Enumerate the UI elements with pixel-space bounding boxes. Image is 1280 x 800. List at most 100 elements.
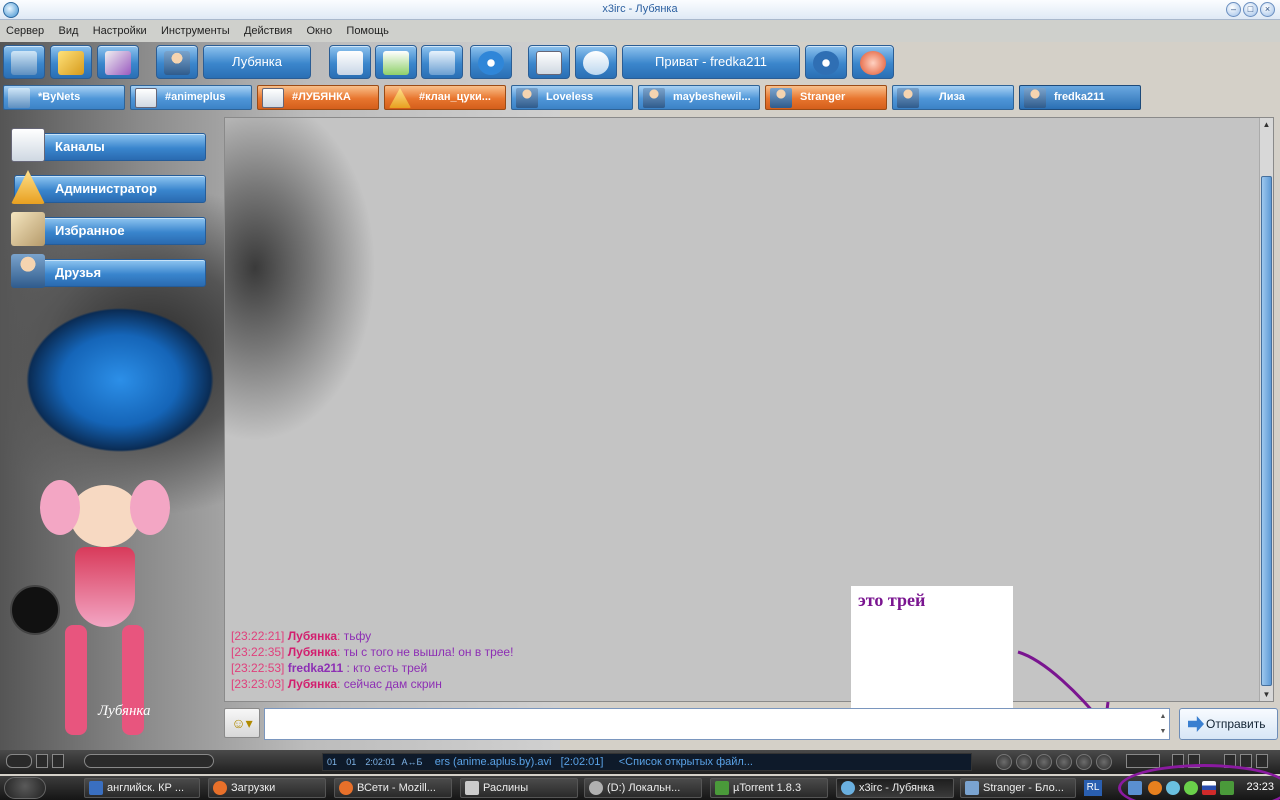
message-nick[interactable]: Лубянка <box>288 629 337 643</box>
menu-view[interactable]: Вид <box>52 20 83 37</box>
menu-actions[interactable]: Действия <box>238 20 297 37</box>
tab-lubyanka[interactable]: #ЛУБЯНКА <box>257 85 379 110</box>
taskbar-item-label: ВСети - Mozill... <box>357 782 436 794</box>
taskbar-item-label: Загрузки <box>231 782 276 794</box>
chat-button[interactable] <box>575 45 617 79</box>
player-option-button[interactable] <box>36 754 48 768</box>
connect-button[interactable] <box>3 45 45 79</box>
send-button[interactable]: Отправить <box>1179 708 1278 740</box>
message-nick[interactable]: fredka211 <box>288 661 343 675</box>
taskbar-item-label: (D:) Локальн... <box>607 782 681 794</box>
player-effects-panel[interactable] <box>84 754 214 768</box>
window-title: x3irc - Лубянка <box>602 3 678 15</box>
input-spinner[interactable]: ▲ ▼ <box>1157 709 1169 739</box>
channel-list-button[interactable] <box>528 45 570 79</box>
favorites-icon <box>11 212 45 246</box>
taskbar-item[interactable]: Раслины <box>460 778 578 798</box>
tab-maybeshewil[interactable]: maybeshewil... <box>638 85 760 110</box>
volume-slider[interactable] <box>1126 754 1160 768</box>
word-icon <box>89 781 103 795</box>
tab-fredka211[interactable]: fredka211 <box>1019 85 1141 110</box>
nick-avatar-button[interactable] <box>156 45 198 79</box>
tab-loveless[interactable]: Loveless <box>511 85 633 110</box>
emoticon-button[interactable]: ☺▾ <box>224 708 260 738</box>
taskbar: английск. КР ... Загрузки ВСети - Mozill… <box>0 776 1280 800</box>
player-close-button[interactable] <box>1256 754 1268 768</box>
start-button[interactable] <box>4 777 46 799</box>
person-icon <box>643 88 665 108</box>
person-icon <box>897 88 919 108</box>
taskbar-item[interactable]: (D:) Локальн... <box>584 778 702 798</box>
menu-server[interactable]: Сервер <box>0 20 49 37</box>
document-icon <box>965 781 979 795</box>
menu-window[interactable]: Окно <box>301 20 338 37</box>
sidebar-item-label: Администратор <box>55 181 157 196</box>
tab-animeplus[interactable]: #animeplus <box>130 85 252 110</box>
taskbar-item[interactable]: Stranger - Бло... <box>960 778 1076 798</box>
document-icon <box>262 88 284 108</box>
next-icon[interactable] <box>1056 754 1072 770</box>
tab-klan-tsuki[interactable]: #клан_цуки... <box>384 85 506 110</box>
taskbar-item[interactable]: английск. КР ... <box>84 778 200 798</box>
player-display: 01 01 2:02:01 A↔Б ers (anime.aplus.by).a… <box>322 753 972 771</box>
tab-label: Loveless <box>546 91 594 103</box>
scroll-up-icon[interactable]: ▲ <box>1260 118 1273 131</box>
taskbar-item[interactable]: Загрузки <box>208 778 326 798</box>
play-pause-icon[interactable] <box>1036 754 1052 770</box>
minimize-button[interactable]: – <box>1226 2 1241 17</box>
chat-scrollbar[interactable]: ▲ ▼ <box>1259 118 1273 701</box>
previous-icon[interactable] <box>996 754 1012 770</box>
tab-label: #ЛУБЯНКА <box>292 91 351 103</box>
message-time: [23:22:35] <box>231 645 285 659</box>
language-indicator[interactable]: RL <box>1084 780 1102 796</box>
message-nick[interactable]: Лубянка <box>288 677 337 691</box>
speaker-icon <box>429 51 455 75</box>
taskbar-item[interactable]: ВСети - Mozill... <box>334 778 452 798</box>
friends-icon <box>11 254 45 288</box>
sidebar-item-channels[interactable]: Каналы <box>11 128 206 162</box>
sidebar-item-favorites[interactable]: Избранное <box>11 212 206 246</box>
stop-icon[interactable] <box>1016 754 1032 770</box>
person-icon <box>1024 88 1046 108</box>
appearance-button[interactable] <box>97 45 139 79</box>
sidebar-item-friends[interactable]: Друзья <box>11 254 206 288</box>
tab-liza[interactable]: Лиза <box>892 85 1014 110</box>
maximize-button[interactable]: □ <box>1243 2 1258 17</box>
menu-help[interactable]: Помощь <box>340 20 394 37</box>
sound-button[interactable] <box>421 45 463 79</box>
channels-icon <box>11 128 45 162</box>
rewind-icon[interactable] <box>1076 754 1092 770</box>
close-tab-button[interactable] <box>852 45 894 79</box>
record-icon[interactable] <box>1096 754 1112 770</box>
scrollbar-thumb[interactable] <box>1261 176 1272 686</box>
message-input[interactable] <box>264 708 1170 740</box>
sidebar-item-label: Избранное <box>55 223 125 238</box>
taskbar-item[interactable]: x3irc - Лубянка <box>836 778 954 798</box>
close-button[interactable]: × <box>1260 2 1275 17</box>
taskbar-item-label: µTorrent 1.8.3 <box>733 782 802 794</box>
tab-bynets[interactable]: *ByNets <box>3 85 125 110</box>
mail-button[interactable] <box>329 45 371 79</box>
menu-tools[interactable]: Инструменты <box>155 20 235 37</box>
private-chat-button[interactable]: Приват - fredka211 <box>622 45 800 79</box>
scroll-down-icon[interactable]: ▼ <box>1260 688 1273 701</box>
player-option-button[interactable] <box>52 754 64 768</box>
notify-button[interactable] <box>470 45 512 79</box>
player-counter: 01 <box>346 757 357 767</box>
info-button[interactable] <box>805 45 847 79</box>
message-time: [23:22:21] <box>231 629 285 643</box>
toolbar: Лубянка Приват - fredka211 <box>0 42 1280 82</box>
chat-pane[interactable]: [23:22:21] Лубянка: тьфу [23:22:35] Лубя… <box>224 117 1274 702</box>
settings-button[interactable] <box>50 45 92 79</box>
taskbar-item[interactable]: µTorrent 1.8.3 <box>710 778 828 798</box>
download-button[interactable] <box>375 45 417 79</box>
message-nick[interactable]: Лубянка <box>288 645 337 659</box>
sidebar-item-administrator[interactable]: Администратор <box>11 170 206 204</box>
tab-label: Stranger <box>800 91 846 103</box>
tab-stranger[interactable]: Stranger <box>765 85 887 110</box>
message-text: тьфу <box>340 629 372 643</box>
sidebar-watermark: Лубянка <box>98 703 151 719</box>
menu-settings[interactable]: Настройки <box>87 20 152 37</box>
nick-button[interactable]: Лубянка <box>203 45 311 79</box>
firefox-icon <box>213 781 227 795</box>
